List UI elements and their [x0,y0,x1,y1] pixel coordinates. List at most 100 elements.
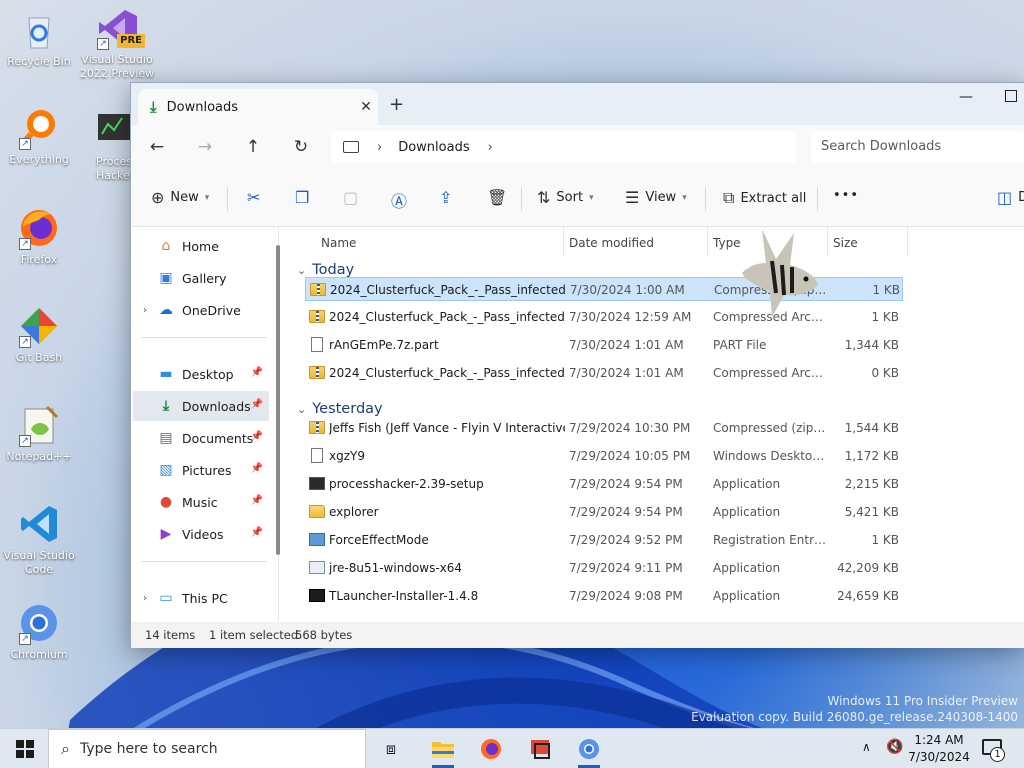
file-row[interactable]: TLauncher-Installer-1.4.8 7/29/2024 9:08 … [305,584,903,608]
sidebar-item-gallery[interactable]: ▣ Gallery [133,263,269,293]
desktop-icon-label: Notepad++ [6,450,72,463]
pc-tool-taskbar-icon[interactable] [526,735,556,763]
paste-button[interactable]: ▢ [343,188,364,207]
extract-icon: ⧉ [723,188,735,207]
file-row[interactable]: Jeffs Fish (Jeff Vance - Flyin V Interac… [305,416,903,440]
task-view-icon[interactable]: ⧈ [376,735,406,763]
cut-button[interactable]: ✂ [247,188,266,207]
chevron-down-icon: ▾ [589,192,594,203]
search-input[interactable]: Search Downloads [811,131,1024,163]
delete-button[interactable]: 🗑 [487,188,513,207]
file-date: 7/29/2024 10:05 PM [569,449,691,463]
maximize-button[interactable] [1005,90,1017,102]
sidebar-item-onedrive[interactable]: › ☁ OneDrive [133,295,269,325]
toolbar-divider [521,187,522,211]
address-bar[interactable]: › Downloads › [331,131,796,163]
file-date: 7/29/2024 9:11 PM [569,561,683,575]
share-icon: ⇪ [439,188,453,207]
view-button[interactable]: ☰ View ▾ [625,188,687,207]
show-hidden-icons-chevron-icon[interactable]: ∧ [862,740,871,754]
forward-arrow-icon[interactable]: → [193,137,217,157]
file-row[interactable]: 2024_Clusterfuck_Pack_-_Pass_infected-1 7… [305,361,903,385]
refresh-icon[interactable]: ↻ [289,137,313,157]
file-row[interactable]: jre-8u51-windows-x64 7/29/2024 9:11 PM App… [305,556,903,580]
file-row[interactable]: 2024_Clusterfuck_Pack_-_Pass_infected 7/3… [305,305,903,329]
file-row[interactable]: xgzY9 7/29/2024 10:05 PM Windows Desktop..… [305,444,903,468]
sort-button[interactable]: ⇅ Sort ▾ [537,188,594,207]
desktop-icon-everything[interactable]: ↗ Everything [0,106,78,167]
minimize-button[interactable]: — [959,89,973,105]
tab-close-button[interactable]: ✕ [354,99,378,115]
sidebar-item-music[interactable]: ● Music 📌 [133,487,269,517]
file-size: 1,172 KB [844,449,899,463]
firefox-taskbar-icon[interactable] [476,735,506,763]
extract-all-button[interactable]: ⧉ Extract all [723,188,806,208]
sidebar-item-documents[interactable]: ▤ Documents 📌 [133,423,269,453]
expand-chevron-icon[interactable]: › [143,593,157,604]
desktop-icon-chromium[interactable]: ↗ Chromium [0,601,78,662]
column-header-size[interactable]: Size [833,231,858,255]
column-divider[interactable] [827,227,828,255]
file-row[interactable]: ForceEffectMode 7/29/2024 9:52 PM Registra… [305,528,903,552]
desktop-icon-git-bash[interactable]: ↗ Git Bash [0,304,78,365]
desktop-icon-notepad-plus-plus[interactable]: ↗ Notepad++ [0,403,78,464]
desktop-icon-process-hacker[interactable]: Process Hacker [78,108,130,183]
desktop-icon-recycle-bin[interactable]: Recycle Bin [0,8,78,69]
back-arrow-icon[interactable]: ← [145,137,169,157]
column-header-type[interactable]: Type [713,231,741,255]
new-button[interactable]: ⊕ New ▾ [151,188,209,207]
file-row[interactable]: explorer 7/29/2024 9:54 PM Application 5,42… [305,500,903,524]
sidebar-item-label: Documents [182,430,254,446]
file-size: 1,344 KB [844,338,899,352]
desktop-icon-label: Chromium [10,648,68,661]
file-date: 7/30/2024 1:01 AM [569,338,684,352]
copy-button[interactable]: ❐ [295,188,315,207]
sidebar-item-videos[interactable]: ▶ Videos 📌 [133,519,269,549]
chromium-taskbar-icon[interactable] [574,735,604,768]
details-pane-icon: ◫ [997,188,1013,207]
column-divider[interactable] [707,227,708,255]
sidebar-scrollbar[interactable] [276,245,280,555]
sidebar-item-desktop[interactable]: ▬ Desktop 📌 [133,359,269,389]
clock[interactable]: 1:24 AM 7/30/2024 [906,732,972,766]
column-header-date[interactable]: Date modified [569,231,654,255]
download-arrow-icon: ⤓ [162,398,170,414]
shortcut-arrow-icon: ↗ [97,38,109,50]
breadcrumb-chevron-icon[interactable]: › [377,140,382,155]
file-row[interactable]: 2024_Clusterfuck_Pack_-_Pass_infected(1)… [305,277,903,301]
gallery-icon: ▣ [159,270,173,286]
expand-chevron-icon[interactable]: › [143,305,157,316]
sidebar-item-pictures[interactable]: ▧ Pictures 📌 [133,455,269,485]
details-pane-button[interactable]: ◫ D [997,188,1024,207]
new-tab-button[interactable]: + [389,94,404,115]
share-button[interactable]: ⇪ [439,188,458,207]
column-divider[interactable] [907,227,908,255]
desktop-icon-visual-studio[interactable]: PRE ↗ Visual Studio 2022 Preview [78,6,156,81]
file-name: ForceEffectMode [329,533,429,547]
firefox-icon: ↗ [17,206,61,250]
pin-icon: 📌 [250,399,263,410]
file-row[interactable]: rAnGEmPe.7z.part 7/30/2024 1:01 AM PART Fi… [305,333,903,357]
more-options-button[interactable]: ••• [833,188,859,203]
desktop-icon-label: Git Bash [15,351,63,364]
file-row[interactable]: processhacker-2.39-setup 7/29/2024 9:54 P… [305,472,903,496]
sidebar-item-home[interactable]: ⌂ Home [133,231,269,261]
cloud-icon: ☁ [159,302,173,318]
breadcrumb-downloads[interactable]: Downloads [398,140,469,155]
sidebar-item-downloads[interactable]: ⤓ Downloads 📌 [133,391,269,421]
registry-icon [309,533,325,546]
breadcrumb-chevron-icon[interactable]: › [488,140,493,155]
up-arrow-icon[interactable]: ↑ [241,137,265,157]
column-divider[interactable] [563,227,564,255]
sidebar-item-this-pc[interactable]: › ▭ This PC [133,583,269,613]
desktop-icon-vscode[interactable]: Visual Studio Code [0,502,78,577]
column-header-name[interactable]: Name [321,231,356,255]
start-windows-icon[interactable] [16,740,34,758]
desktop-icon-firefox[interactable]: ↗ Firefox [0,206,78,267]
taskbar-search-input[interactable]: ⌕ Type here to search [48,729,366,768]
volume-muted-icon[interactable]: 🔇 [886,739,903,755]
tab-label: Downloads [166,99,239,115]
rename-button[interactable]: Ⓐ [391,188,413,212]
tab-downloads[interactable]: ⤓ Downloads ✕ [138,89,378,125]
file-explorer-taskbar-icon[interactable] [428,735,458,768]
